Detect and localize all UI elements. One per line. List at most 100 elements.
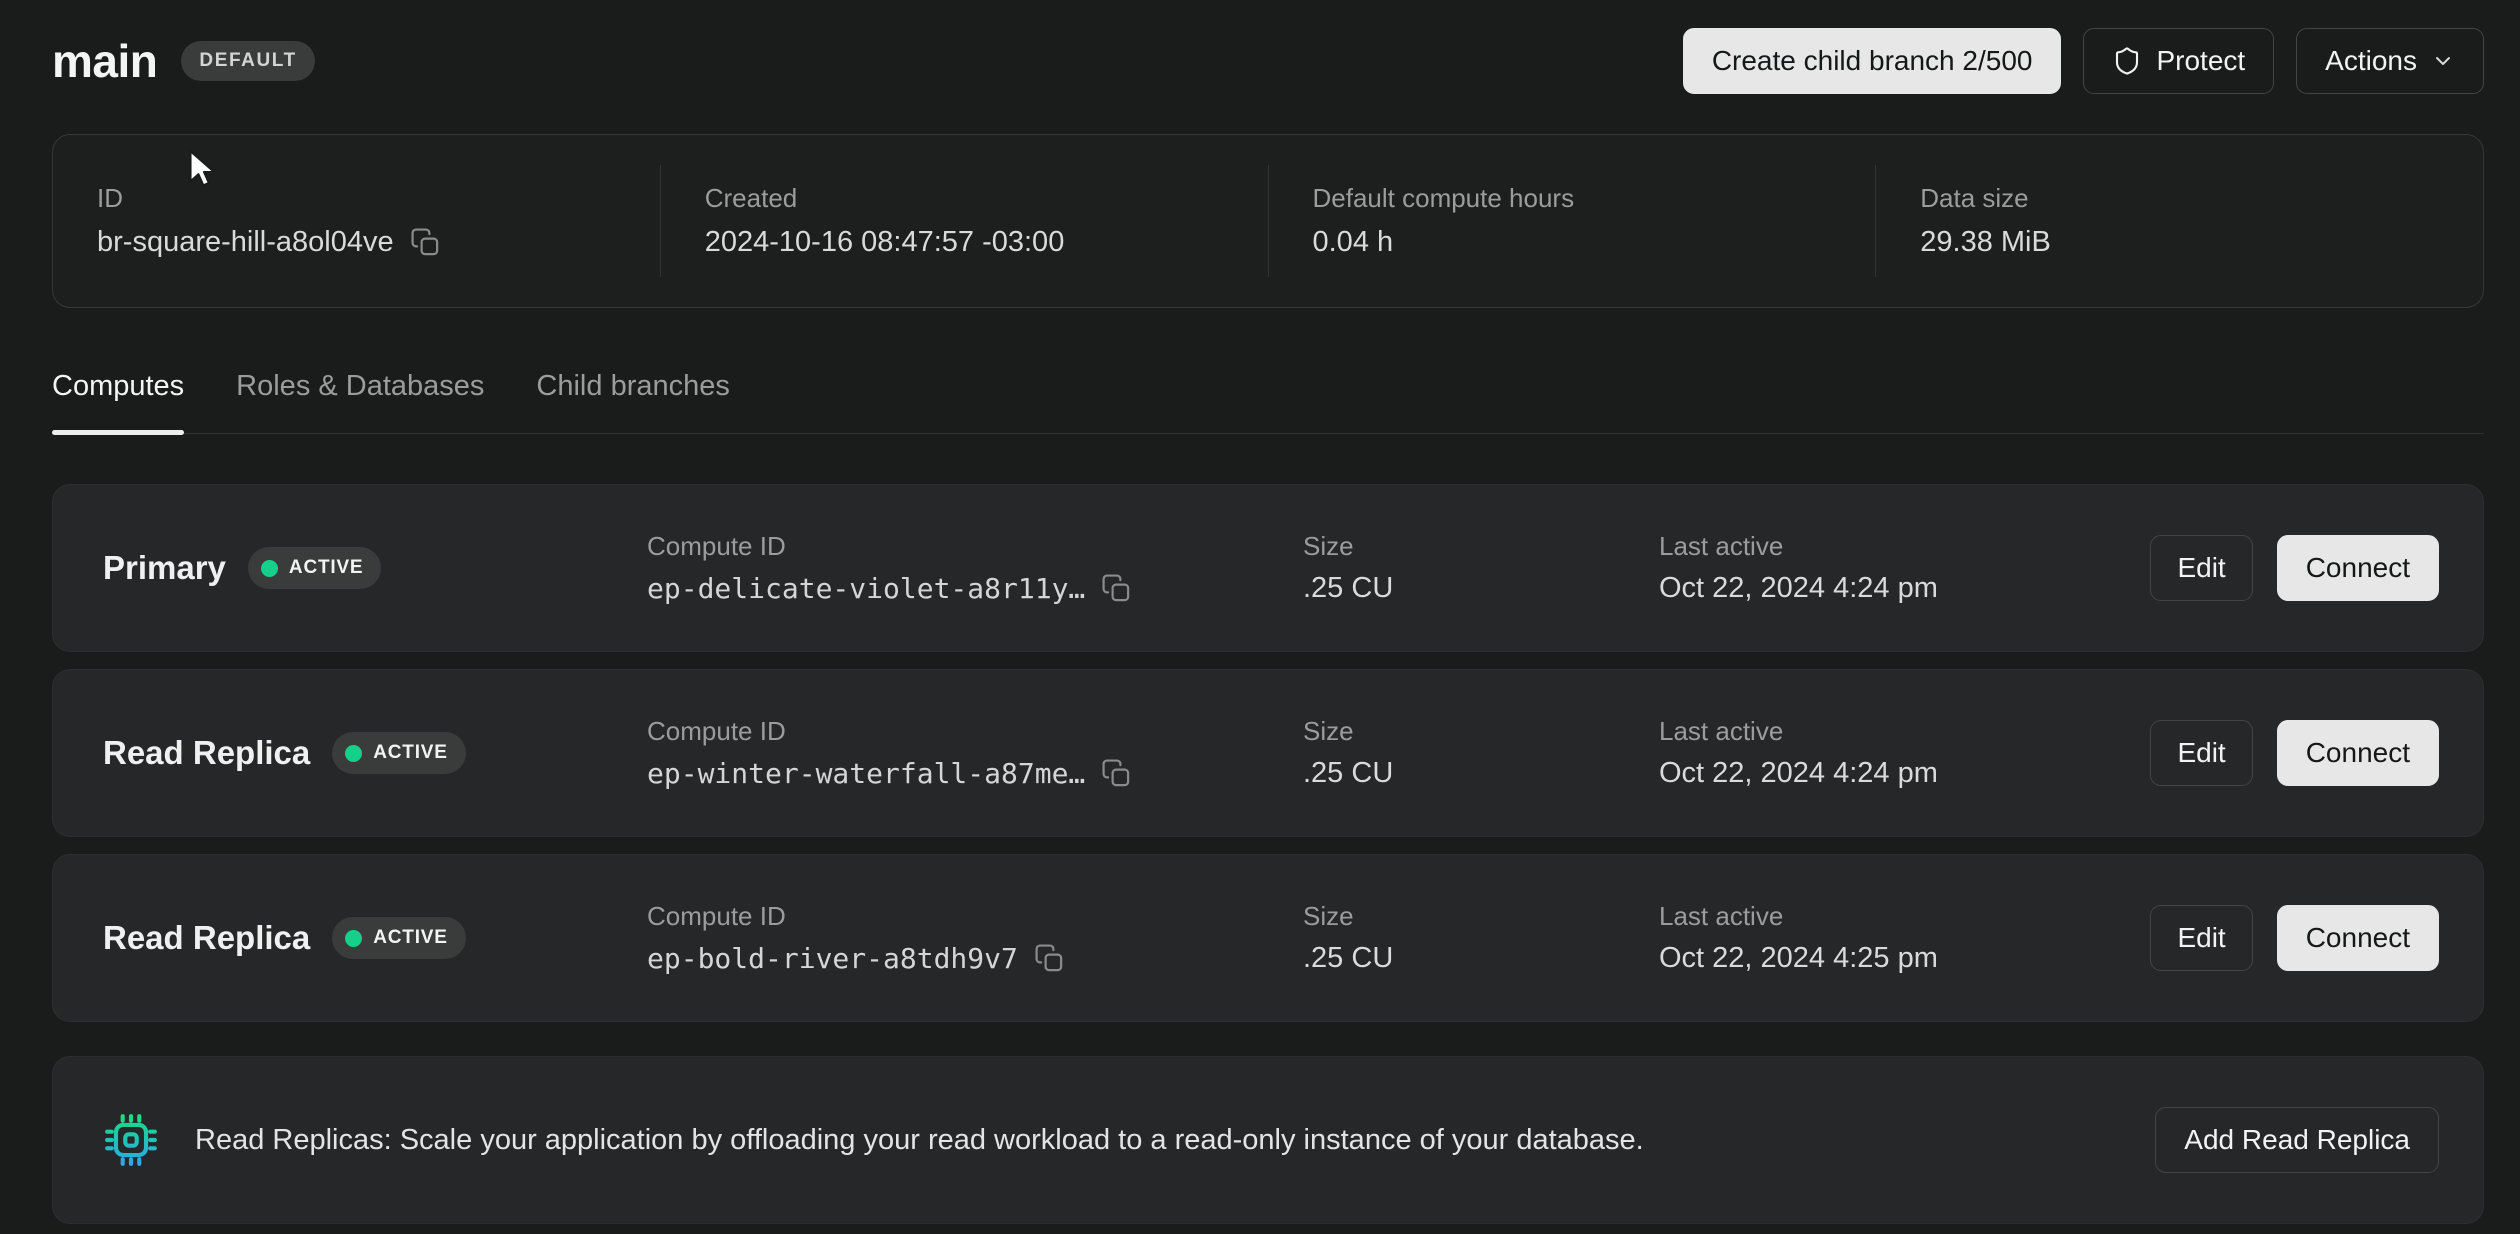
cpu-chip-icon — [103, 1112, 159, 1168]
field-label: Size — [1303, 531, 1629, 562]
connect-button[interactable]: Connect — [2277, 720, 2439, 786]
tab-roles-databases[interactable]: Roles & Databases — [236, 370, 484, 433]
info-field-id: ID br-square-hill-a8ol04ve — [53, 165, 660, 277]
field-label: Compute ID — [647, 716, 1273, 747]
status-badge-label: ACTIVE — [289, 557, 363, 579]
field-label: Size — [1303, 716, 1629, 747]
status-badge: ACTIVE — [332, 732, 465, 774]
field-label: Size — [1303, 901, 1629, 932]
copy-icon — [1101, 758, 1132, 789]
read-replica-description: Read Replicas: Scale your application by… — [195, 1124, 2119, 1157]
compute-row-read-replica-1: Read Replica ACTIVE Compute ID ep-winter… — [52, 669, 2484, 837]
field-label: Last active — [1659, 531, 2120, 562]
last-active-cell: Last active Oct 22, 2024 4:25 pm — [1659, 901, 2150, 975]
branch-info-panel: ID br-square-hill-a8ol04ve Created 2024-… — [52, 134, 2484, 308]
info-field-compute-hours: Default compute hours 0.04 h — [1268, 165, 1876, 277]
chevron-down-icon — [2431, 49, 2455, 73]
compute-name-cell: Primary ACTIVE — [103, 547, 647, 589]
copy-compute-id-button[interactable] — [1101, 573, 1132, 604]
page-header: main DEFAULT Create child branch 2/500 P… — [52, 0, 2484, 94]
compute-id-cell: Compute ID ep-bold-river-a8tdh9v7 — [647, 901, 1303, 975]
row-actions: Edit Connect — [2150, 720, 2439, 786]
field-label: Compute ID — [647, 901, 1273, 932]
tab-child-branches[interactable]: Child branches — [536, 370, 729, 433]
create-child-branch-button[interactable]: Create child branch 2/500 — [1683, 28, 2062, 94]
active-dot-icon — [261, 560, 278, 577]
compute-name-cell: Read Replica ACTIVE — [103, 917, 647, 959]
edit-button[interactable]: Edit — [2150, 535, 2252, 601]
computes-list: Primary ACTIVE Compute ID ep-delicate-vi… — [52, 484, 2484, 1224]
compute-id-value: ep-delicate-violet-a8r11y… — [647, 572, 1273, 605]
size-cell: Size .25 CU — [1303, 901, 1659, 975]
tab-computes[interactable]: Computes — [52, 370, 184, 433]
compute-id-text: ep-bold-river-a8tdh9v7 — [647, 942, 1018, 975]
edit-button[interactable]: Edit — [2150, 905, 2252, 971]
read-replica-banner: Read Replicas: Scale your application by… — [52, 1056, 2484, 1224]
copy-branch-id-button[interactable] — [410, 227, 441, 258]
last-active-cell: Last active Oct 22, 2024 4:24 pm — [1659, 716, 2150, 790]
tab-bar: Computes Roles & Databases Child branche… — [52, 370, 2484, 434]
edit-button[interactable]: Edit — [2150, 720, 2252, 786]
last-active-value: Oct 22, 2024 4:24 pm — [1659, 757, 2120, 790]
compute-id-text: ep-delicate-violet-a8r11y… — [647, 572, 1085, 605]
compute-id-value: ep-bold-river-a8tdh9v7 — [647, 942, 1273, 975]
compute-id-cell: Compute ID ep-delicate-violet-a8r11y… — [647, 531, 1303, 605]
branch-title-group: main DEFAULT — [52, 34, 315, 88]
size-value: .25 CU — [1303, 942, 1629, 975]
copy-compute-id-button[interactable] — [1101, 758, 1132, 789]
status-badge-label: ACTIVE — [373, 927, 447, 949]
compute-name: Primary — [103, 549, 226, 587]
size-value: .25 CU — [1303, 572, 1629, 605]
add-read-replica-button[interactable]: Add Read Replica — [2155, 1107, 2439, 1173]
default-badge: DEFAULT — [181, 41, 314, 81]
size-value: .25 CU — [1303, 757, 1629, 790]
copy-icon — [1101, 573, 1132, 604]
compute-id-text: ep-winter-waterfall-a87me… — [647, 757, 1085, 790]
field-label: Created — [705, 183, 1224, 214]
field-value-text: 2024-10-16 08:47:57 -03:00 — [705, 226, 1224, 259]
last-active-value: Oct 22, 2024 4:25 pm — [1659, 942, 2120, 975]
protect-button[interactable]: Protect — [2083, 28, 2274, 94]
field-value-text: 0.04 h — [1313, 226, 1832, 259]
shield-icon — [2112, 46, 2142, 76]
branch-page: main DEFAULT Create child branch 2/500 P… — [0, 0, 2520, 1234]
connect-button[interactable]: Connect — [2277, 535, 2439, 601]
status-badge: ACTIVE — [332, 917, 465, 959]
compute-row-primary: Primary ACTIVE Compute ID ep-delicate-vi… — [52, 484, 2484, 652]
field-label: ID — [97, 183, 616, 214]
field-value-text: br-square-hill-a8ol04ve — [97, 226, 394, 259]
branch-id-value: br-square-hill-a8ol04ve — [97, 226, 616, 259]
size-cell: Size .25 CU — [1303, 716, 1659, 790]
size-cell: Size .25 CU — [1303, 531, 1659, 605]
status-badge-label: ACTIVE — [373, 742, 447, 764]
copy-icon — [410, 227, 441, 258]
compute-name: Read Replica — [103, 919, 310, 957]
row-actions: Edit Connect — [2150, 535, 2439, 601]
row-actions: Edit Connect — [2150, 905, 2439, 971]
copy-icon — [1034, 943, 1065, 974]
status-badge: ACTIVE — [248, 547, 381, 589]
header-actions: Create child branch 2/500 Protect Action… — [1683, 28, 2484, 94]
copy-compute-id-button[interactable] — [1034, 943, 1065, 974]
info-field-data-size: Data size 29.38 MiB — [1875, 165, 2483, 277]
field-label: Data size — [1920, 183, 2439, 214]
active-dot-icon — [345, 930, 362, 947]
field-label: Last active — [1659, 716, 2120, 747]
active-dot-icon — [345, 745, 362, 762]
field-label: Default compute hours — [1313, 183, 1832, 214]
actions-button-label: Actions — [2325, 45, 2417, 77]
connect-button[interactable]: Connect — [2277, 905, 2439, 971]
info-field-created: Created 2024-10-16 08:47:57 -03:00 — [660, 165, 1268, 277]
page-title: main — [52, 34, 157, 88]
last-active-value: Oct 22, 2024 4:24 pm — [1659, 572, 2120, 605]
field-label: Compute ID — [647, 531, 1273, 562]
compute-name: Read Replica — [103, 734, 310, 772]
field-value-text: 29.38 MiB — [1920, 226, 2439, 259]
protect-button-label: Protect — [2156, 45, 2245, 77]
last-active-cell: Last active Oct 22, 2024 4:24 pm — [1659, 531, 2150, 605]
compute-id-cell: Compute ID ep-winter-waterfall-a87me… — [647, 716, 1303, 790]
actions-button[interactable]: Actions — [2296, 28, 2484, 94]
field-label: Last active — [1659, 901, 2120, 932]
compute-name-cell: Read Replica ACTIVE — [103, 732, 647, 774]
compute-row-read-replica-2: Read Replica ACTIVE Compute ID ep-bold-r… — [52, 854, 2484, 1022]
